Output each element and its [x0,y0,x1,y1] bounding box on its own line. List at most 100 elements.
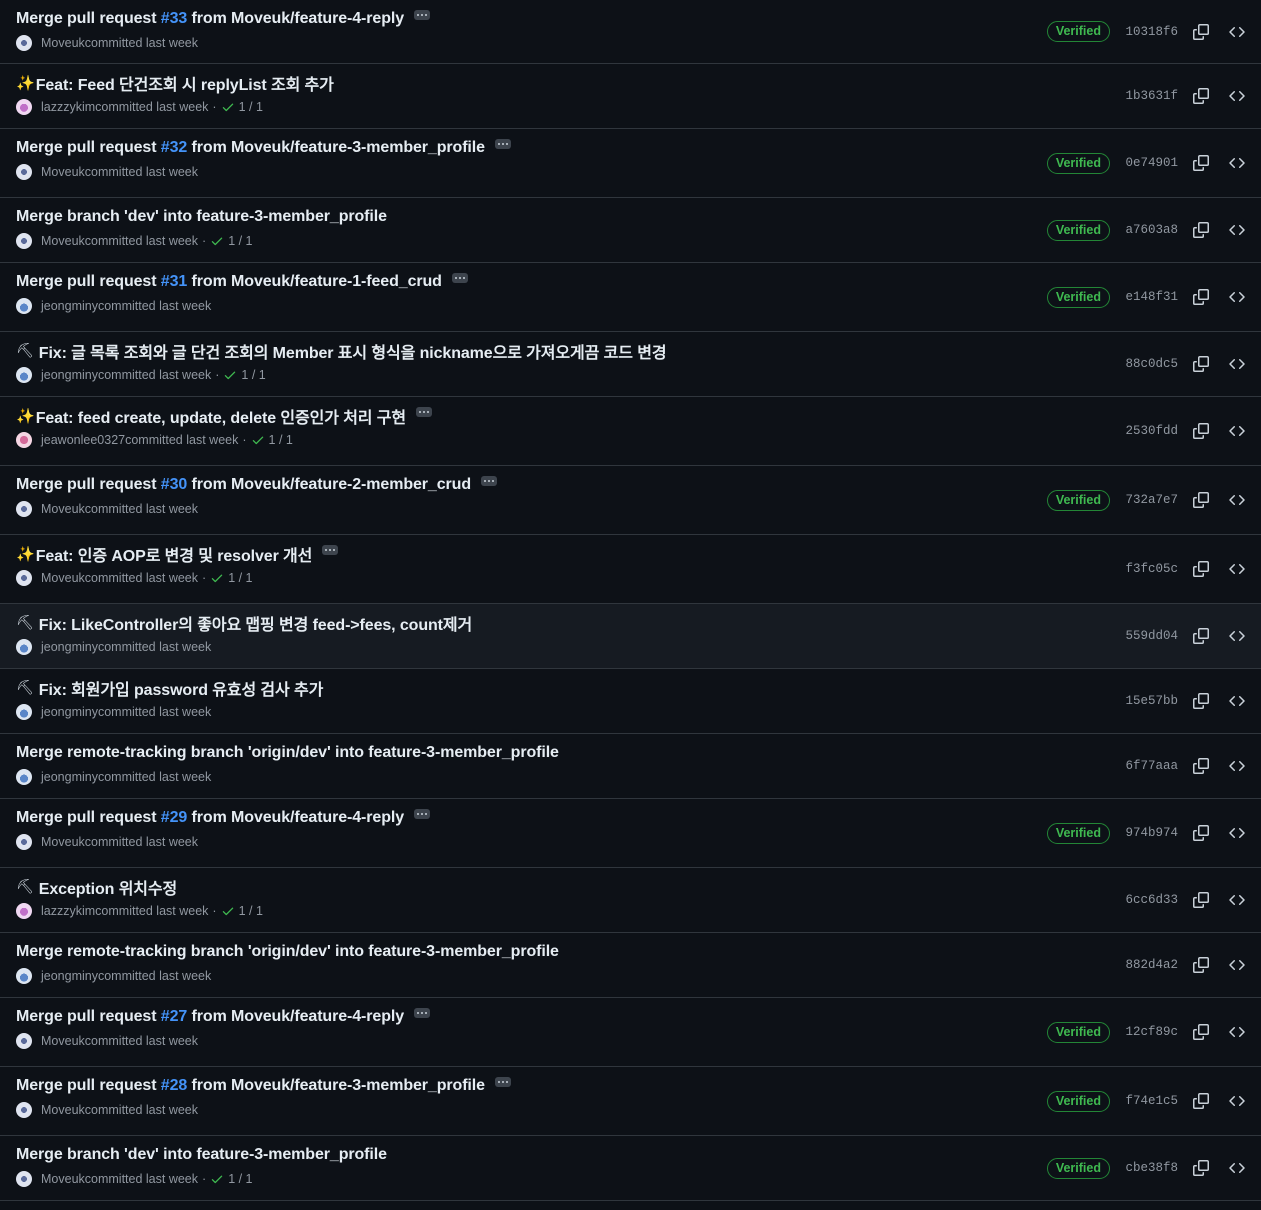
commit-sha-link[interactable]: e148f31 [1125,290,1178,304]
verified-badge[interactable]: Verified [1046,152,1110,174]
commit-sha-link[interactable]: 2530fdd [1125,424,1178,438]
code-icon[interactable] [1227,1158,1247,1178]
commit-row[interactable]: ⛏ Fix: 글 목록 조회와 글 단건 조회의 Member 표시 형식을 ni… [0,332,1261,397]
code-icon[interactable] [1227,153,1247,173]
copy-icon[interactable] [1191,1158,1211,1178]
commit-row[interactable]: ✨ Feat: feed create, update, delete 인증인가 … [0,397,1261,466]
commit-row[interactable]: ✨ Feat: Feed 단건조회 시 replyList 조회 추가 lazzzy… [0,64,1261,129]
code-icon[interactable] [1227,1022,1247,1042]
copy-icon[interactable] [1191,421,1211,441]
commit-sha-link[interactable]: 559dd04 [1125,629,1178,643]
commit-sha-link[interactable]: cbe38f8 [1125,1161,1178,1175]
code-icon[interactable] [1227,626,1247,646]
commit-actions: Verified 732a7e7 [0,466,1261,534]
commit-actions: Verified f74e1c5 [0,1067,1261,1135]
code-icon[interactable] [1227,86,1247,106]
commit-row[interactable]: ✨ Feat: 인증 AOP로 변경 및 resolver 개선 Moveuk co… [0,535,1261,604]
verified-badge[interactable]: Verified [1046,21,1110,42]
commit-row[interactable]: Merge remote-tracking branch 'origin/dev… [0,933,1261,998]
copy-icon[interactable] [1191,559,1211,579]
copy-icon[interactable] [1191,955,1211,975]
code-icon[interactable] [1227,559,1247,579]
verified-badge[interactable]: Verified [1046,1157,1110,1179]
verified-badge[interactable]: Verified [1046,1021,1110,1043]
commit-actions: f3fc05c [0,535,1261,603]
verified-badge[interactable]: Verified [1046,822,1110,844]
commit-sha-link[interactable]: f3fc05c [1125,562,1178,576]
commit-sha-link[interactable]: 0e74901 [1125,156,1178,170]
commit-sha-link[interactable]: 6f77aaa [1125,759,1178,773]
verified-badge[interactable]: Verified [1046,286,1110,308]
copy-icon[interactable] [1191,490,1211,510]
commit-actions: 15e57bb [0,669,1261,733]
commit-actions: 1b3631f [0,64,1261,128]
commit-row[interactable]: Merge pull request #31 from Moveuk/featu… [0,263,1261,332]
copy-icon[interactable] [1191,220,1211,240]
commit-actions: Verified e148f31 [0,263,1261,331]
copy-icon[interactable] [1191,890,1211,910]
copy-icon[interactable] [1191,1091,1211,1111]
code-icon[interactable] [1227,756,1247,776]
copy-icon[interactable] [1191,86,1211,106]
commit-sha-link[interactable]: 15e57bb [1125,694,1178,708]
code-icon[interactable] [1227,354,1247,374]
commit-sha-link[interactable]: 12cf89c [1125,1025,1178,1039]
copy-icon[interactable] [1191,354,1211,374]
commit-list: Merge pull request #33 from Moveuk/featu… [0,0,1261,1201]
commit-row[interactable]: Merge branch 'dev' into feature-3-member… [0,1136,1261,1201]
code-icon[interactable] [1227,691,1247,711]
commit-actions: 6f77aaa [0,734,1261,798]
code-icon[interactable] [1227,890,1247,910]
commit-actions: Verified 974b974 [0,799,1261,867]
code-icon[interactable] [1227,421,1247,441]
commit-row[interactable]: ⛏ Fix: 회원가입 password 유효성 검사 추가 jeongminy c… [0,669,1261,734]
commit-sha-link[interactable]: 974b974 [1125,826,1178,840]
commit-row[interactable]: Merge pull request #29 from Moveuk/featu… [0,799,1261,868]
commit-row[interactable]: Merge pull request #28 from Moveuk/featu… [0,1067,1261,1136]
copy-icon[interactable] [1191,153,1211,173]
commit-actions: 2530fdd [0,397,1261,465]
commit-actions: 6cc6d33 [0,868,1261,932]
commit-row[interactable]: Merge pull request #32 from Moveuk/featu… [0,129,1261,198]
code-icon[interactable] [1227,1091,1247,1111]
commit-actions: Verified cbe38f8 [0,1136,1261,1200]
commit-row[interactable]: Merge pull request #33 from Moveuk/featu… [0,0,1261,64]
code-icon[interactable] [1227,220,1247,240]
copy-icon[interactable] [1191,626,1211,646]
verified-badge[interactable]: Verified [1046,1090,1110,1112]
commit-actions: Verified 12cf89c [0,998,1261,1066]
commit-sha-link[interactable]: 732a7e7 [1125,493,1178,507]
commit-sha-link[interactable]: 6cc6d33 [1125,893,1178,907]
commit-row[interactable]: Merge pull request #30 from Moveuk/featu… [0,466,1261,535]
copy-icon[interactable] [1191,22,1211,42]
commit-sha-link[interactable]: 882d4a2 [1125,958,1178,972]
code-icon[interactable] [1227,823,1247,843]
commit-row[interactable]: ⛏ Fix: LikeController의 좋아요 맵핑 변경 feed->fe… [0,604,1261,669]
copy-icon[interactable] [1191,287,1211,307]
commit-sha-link[interactable]: f74e1c5 [1125,1094,1178,1108]
verified-badge[interactable]: Verified [1046,489,1110,511]
commit-actions: 559dd04 [0,604,1261,668]
code-icon[interactable] [1227,955,1247,975]
commit-sha-link[interactable]: a7603a8 [1125,223,1178,237]
commit-actions: Verified 0e74901 [0,129,1261,197]
commit-row[interactable]: ⛏ Exception 위치수정 lazzzykim committed last … [0,868,1261,933]
commit-sha-link[interactable]: 1b3631f [1125,89,1178,103]
copy-icon[interactable] [1191,1022,1211,1042]
commit-sha-link[interactable]: 10318f6 [1125,25,1178,39]
copy-icon[interactable] [1191,823,1211,843]
copy-icon[interactable] [1191,691,1211,711]
commit-actions: 882d4a2 [0,933,1261,997]
commit-row[interactable]: Merge branch 'dev' into feature-3-member… [0,198,1261,263]
commit-row[interactable]: Merge pull request #27 from Moveuk/featu… [0,998,1261,1067]
commit-actions: Verified a7603a8 [0,198,1261,262]
code-icon[interactable] [1227,287,1247,307]
code-icon[interactable] [1227,490,1247,510]
commit-row[interactable]: Merge remote-tracking branch 'origin/dev… [0,734,1261,799]
code-icon[interactable] [1227,22,1247,42]
verified-badge[interactable]: Verified [1046,219,1110,241]
commit-actions: 88c0dc5 [0,332,1261,396]
commit-actions: Verified 10318f6 [0,0,1261,63]
commit-sha-link[interactable]: 88c0dc5 [1125,357,1178,371]
copy-icon[interactable] [1191,756,1211,776]
